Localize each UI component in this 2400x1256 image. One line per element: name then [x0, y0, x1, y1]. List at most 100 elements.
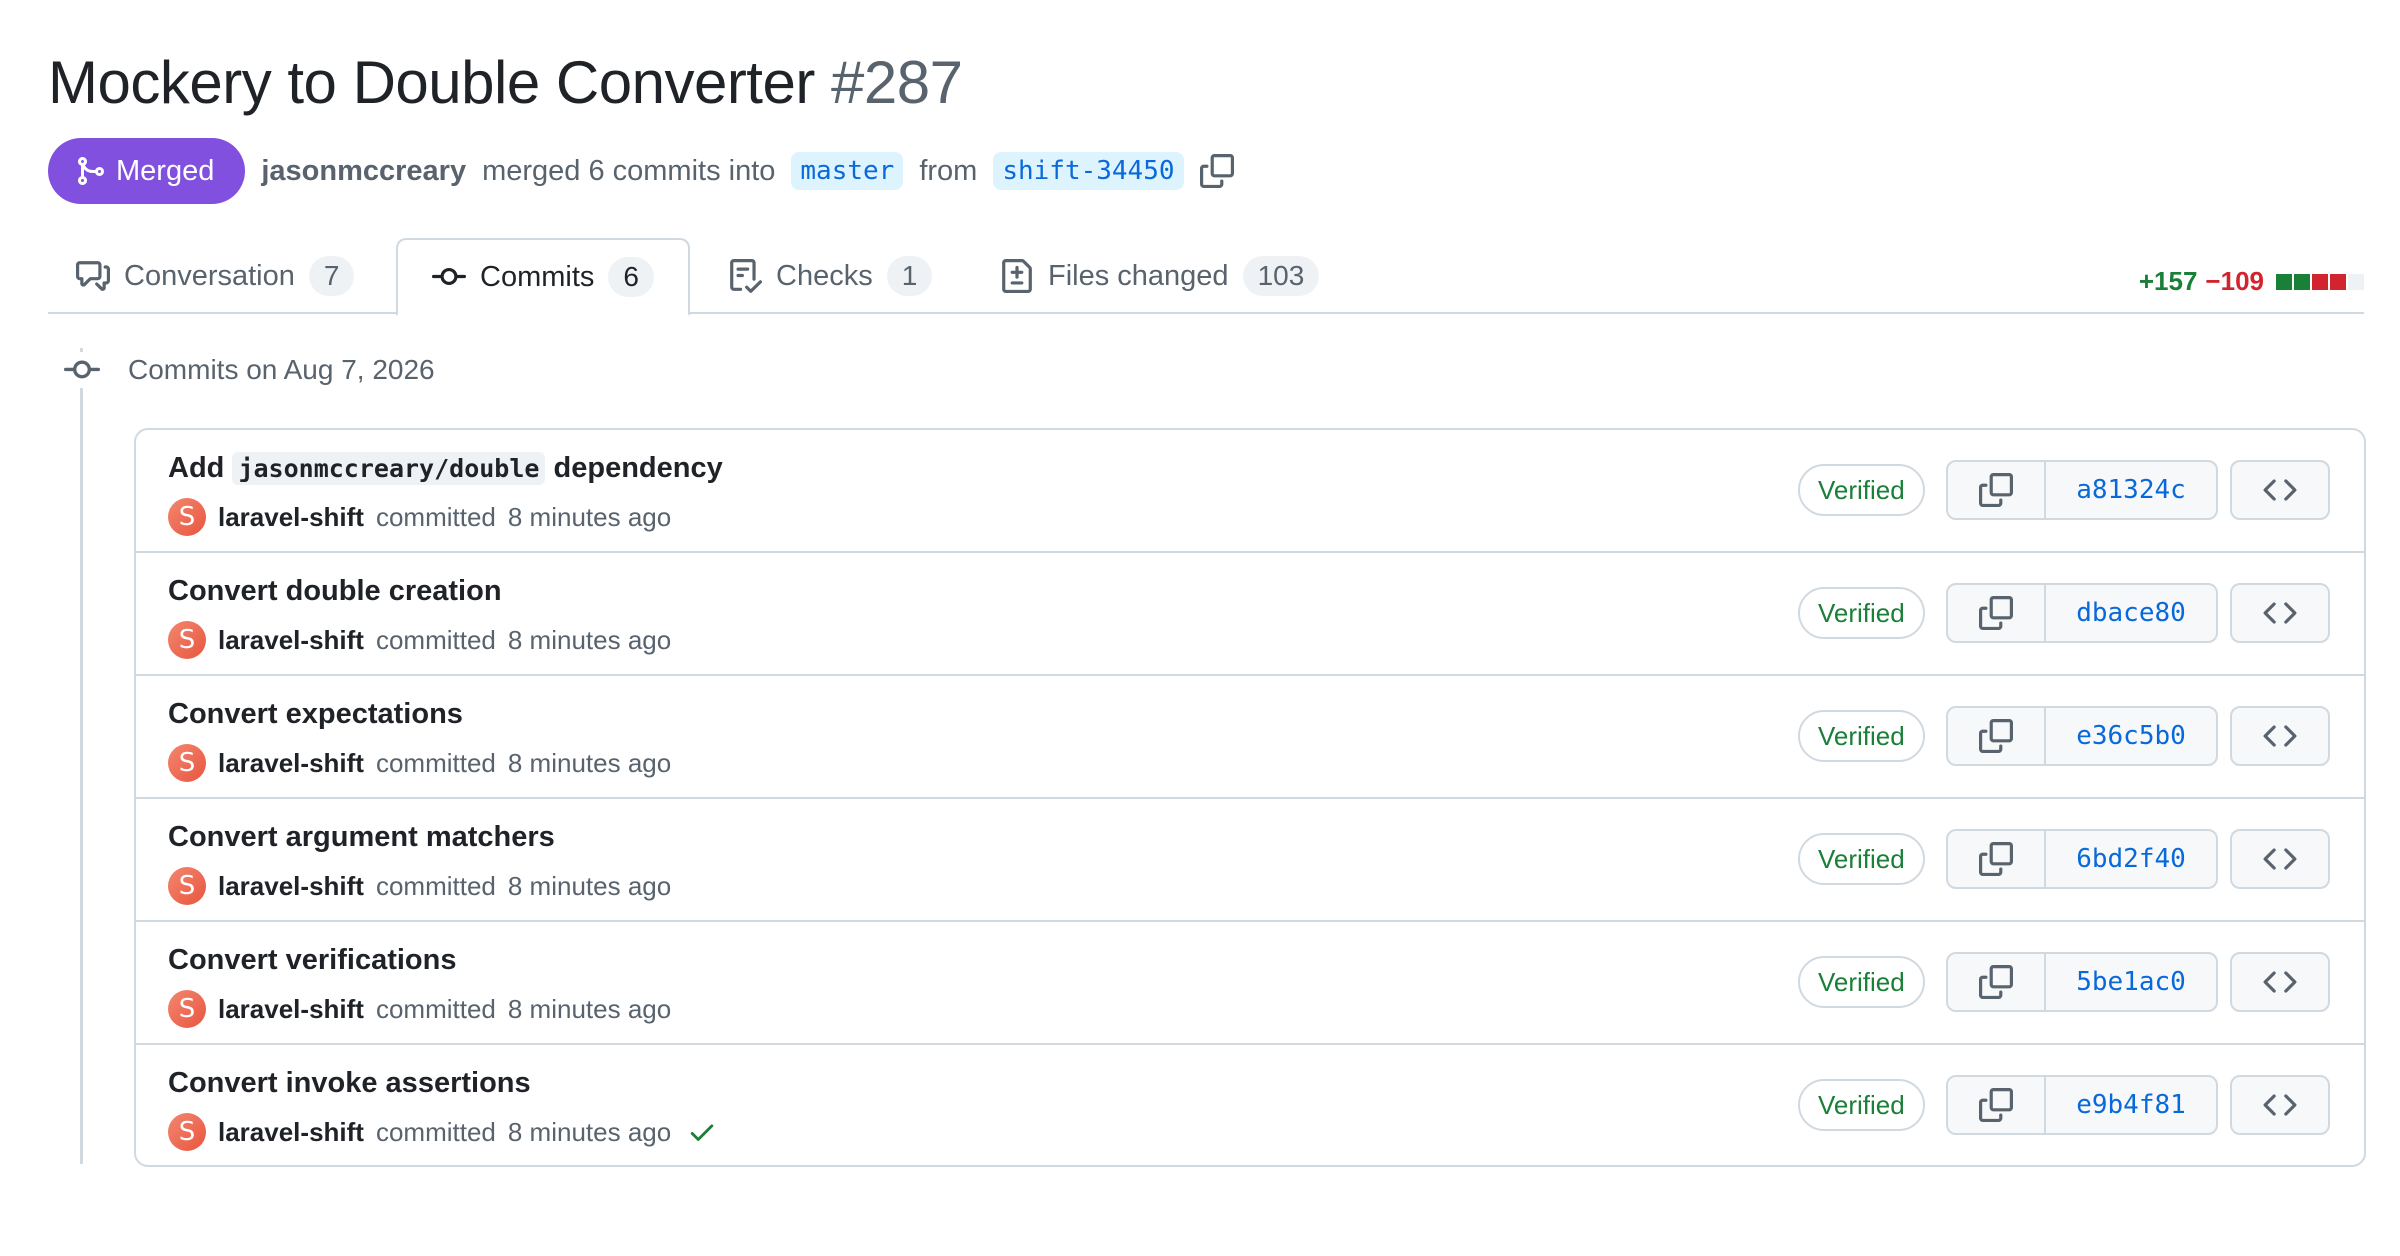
commit-sha-link[interactable]: e36c5b0	[2046, 708, 2216, 764]
copy-icon	[1979, 719, 2013, 753]
code-icon	[2263, 479, 2297, 501]
browse-repo-button[interactable]	[2230, 1075, 2330, 1135]
diffstat-additions: +157	[2138, 266, 2198, 296]
code-icon	[2263, 848, 2297, 870]
commit-meta: S laravel-shift committed 8 minutes ago	[168, 867, 671, 905]
pr-title: Mockery to Double Converter #287	[48, 48, 963, 117]
tab-files-changed-count: 103	[1242, 256, 1320, 296]
browse-repo-button[interactable]	[2230, 706, 2330, 766]
git-merge-icon	[78, 157, 105, 185]
commit-time: 8 minutes ago	[507, 747, 672, 778]
verified-badge[interactable]: Verified	[1798, 587, 1925, 639]
diffstat-block	[2312, 273, 2328, 290]
avatar[interactable]: S	[168, 498, 206, 536]
commit-row: Convert expectations S laravel-shift com…	[136, 676, 2364, 799]
copy-icon	[1979, 965, 2013, 999]
tab-checks-count: 1	[886, 256, 933, 296]
commit-message-link[interactable]: Convert expectations	[168, 698, 463, 731]
commit-row: Convert verifications S laravel-shift co…	[136, 922, 2364, 1045]
commit-sha-link[interactable]: 5be1ac0	[2046, 954, 2216, 1010]
avatar[interactable]: S	[168, 867, 206, 905]
diffstat: +157 −109	[2139, 266, 2364, 297]
diffstat-blocks	[2276, 273, 2364, 290]
verified-badge[interactable]: Verified	[1798, 464, 1925, 516]
copy-sha-button[interactable]	[1948, 831, 2046, 887]
head-branch[interactable]: shift-34450	[993, 152, 1184, 190]
commit-time: 8 minutes ago	[507, 870, 672, 901]
tab-files-changed[interactable]: Files changed 103	[1000, 238, 1320, 314]
commit-author[interactable]: laravel-shift	[218, 994, 364, 1025]
tab-conversation[interactable]: Conversation 7	[76, 238, 355, 314]
commit-author[interactable]: laravel-shift	[218, 748, 364, 779]
verified-badge[interactable]: Verified	[1798, 833, 1925, 885]
commit-message-text: Add	[168, 452, 225, 484]
timeline-line	[80, 348, 83, 1164]
commit-meta: S laravel-shift committed 8 minutes ago	[168, 990, 671, 1028]
sha-button-group: a81324c	[1946, 460, 2218, 520]
commit-message-link[interactable]: Convert double creation	[168, 575, 502, 608]
commit-message-link[interactable]: Convert invoke assertions	[168, 1067, 531, 1100]
commit-time: 8 minutes ago	[507, 993, 672, 1024]
pr-author-link[interactable]: jasonmccreary	[261, 155, 466, 188]
tab-conversation-label: Conversation	[124, 259, 295, 292]
sha-button-group: e36c5b0	[1946, 706, 2218, 766]
browse-repo-button[interactable]	[2230, 583, 2330, 643]
check-icon[interactable]	[687, 1117, 717, 1147]
sha-button-group: 6bd2f40	[1946, 829, 2218, 889]
avatar[interactable]: S	[168, 744, 206, 782]
browse-repo-button[interactable]	[2230, 829, 2330, 889]
copy-sha-button[interactable]	[1948, 954, 2046, 1010]
base-branch[interactable]: master	[791, 152, 904, 190]
sha-button-group: 5be1ac0	[1946, 952, 2218, 1012]
commit-time: 8 minutes ago	[507, 624, 672, 655]
copy-sha-button[interactable]	[1948, 462, 2046, 518]
pr-title-text: Mockery to Double Converter	[48, 49, 815, 116]
avatar[interactable]: S	[168, 1113, 206, 1151]
commit-meta: S laravel-shift committed 8 minutes ago	[168, 621, 671, 659]
commit-author[interactable]: laravel-shift	[218, 871, 364, 902]
merged-text: merged 6 commits into	[482, 154, 776, 187]
git-commit-icon	[64, 352, 100, 388]
diffstat-block	[2276, 273, 2292, 290]
commit-author[interactable]: laravel-shift	[218, 625, 364, 656]
commit-list: Add jasonmccreary/double dependency S la…	[134, 428, 2366, 1167]
commit-meta: S laravel-shift committed 8 minutes ago	[168, 498, 671, 536]
commit-sha-link[interactable]: e9b4f81	[2046, 1077, 2216, 1133]
commit-message-link[interactable]: Convert verifications	[168, 944, 456, 977]
commit-time: 8 minutes ago	[507, 501, 672, 532]
commit-message-link[interactable]: Add jasonmccreary/double dependency	[168, 452, 723, 485]
commit-sha-link[interactable]: a81324c	[2046, 462, 2216, 518]
copy-icon[interactable]	[1199, 154, 1234, 188]
commit-sha-link[interactable]: dbace80	[2046, 585, 2216, 641]
copy-sha-button[interactable]	[1948, 708, 2046, 764]
tab-checks-label: Checks	[776, 259, 873, 292]
browse-repo-button[interactable]	[2230, 460, 2330, 520]
verified-badge[interactable]: Verified	[1798, 710, 1925, 762]
copy-sha-button[interactable]	[1948, 585, 2046, 641]
commit-action: committed	[375, 747, 496, 778]
copy-icon	[1979, 473, 2013, 507]
tab-files-changed-label: Files changed	[1048, 259, 1229, 292]
verified-badge[interactable]: Verified	[1798, 956, 1925, 1008]
avatar[interactable]: S	[168, 990, 206, 1028]
commit-action: committed	[375, 624, 496, 655]
commit-sha-link[interactable]: 6bd2f40	[2046, 831, 2216, 887]
verified-badge[interactable]: Verified	[1798, 1079, 1925, 1131]
browse-repo-button[interactable]	[2230, 952, 2330, 1012]
commit-message-link[interactable]: Convert argument matchers	[168, 821, 555, 854]
tab-conversation-count: 7	[308, 256, 355, 296]
commit-author[interactable]: laravel-shift	[218, 502, 364, 533]
git-commit-icon	[432, 267, 466, 285]
commit-author[interactable]: laravel-shift	[218, 1117, 364, 1148]
tab-commits[interactable]: Commits 6	[396, 238, 690, 316]
copy-icon	[1979, 842, 2013, 876]
tab-checks[interactable]: Checks 1	[728, 238, 933, 314]
copy-sha-button[interactable]	[1948, 1077, 2046, 1133]
avatar[interactable]: S	[168, 621, 206, 659]
code-icon	[2263, 971, 2297, 993]
checklist-icon	[730, 259, 762, 293]
pr-meta: Merged jasonmccreary merged 6 commits in…	[48, 138, 1234, 204]
commit-meta: S laravel-shift committed 8 minutes ago	[168, 744, 671, 782]
diffstat-deletions: −109	[2205, 266, 2264, 296]
commit-message-code: jasonmccreary/double	[232, 452, 546, 485]
